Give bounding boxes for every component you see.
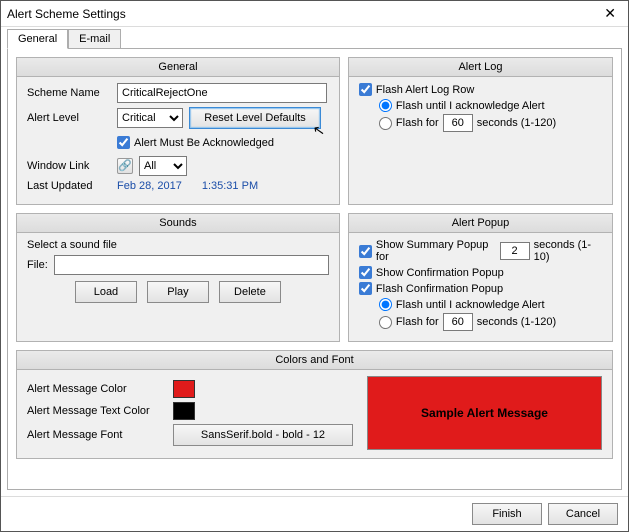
msg-color-swatch[interactable]: [173, 380, 195, 398]
flash-for-seconds-radio[interactable]: Flash for seconds (1-120): [379, 114, 602, 132]
group-sounds: Sounds Select a sound file File: Load Pl…: [16, 213, 340, 342]
file-label: File:: [27, 259, 48, 271]
title-bar: Alert Scheme Settings ✕: [1, 1, 628, 27]
play-button[interactable]: Play: [147, 281, 209, 303]
last-updated-label: Last Updated: [27, 180, 111, 192]
must-ack-checkbox[interactable]: Alert Must Be Acknowledged: [117, 136, 274, 149]
alert-level-select[interactable]: Critical: [117, 108, 183, 128]
tab-email[interactable]: E-mail: [68, 29, 121, 49]
msg-font-label: Alert Message Font: [27, 429, 167, 441]
group-alert-log: Alert Log Flash Alert Log Row Flash unti…: [348, 57, 613, 205]
group-alert-popup: Alert Popup Show Summary Popup for secon…: [348, 213, 613, 342]
msg-text-color-label: Alert Message Text Color: [27, 405, 167, 417]
font-picker-button[interactable]: SansSerif.bold - bold - 12: [173, 424, 353, 446]
msg-color-label: Alert Message Color: [27, 383, 167, 395]
load-button[interactable]: Load: [75, 281, 137, 303]
sound-instruction: Select a sound file: [27, 239, 329, 251]
last-updated-time: 1:35:31 PM: [202, 180, 258, 192]
window-link-label: Window Link: [27, 160, 111, 172]
flash-log-row-checkbox[interactable]: Flash Alert Log Row: [359, 83, 602, 96]
show-summary-popup-checkbox[interactable]: Show Summary Popup for seconds (1-10): [359, 239, 602, 263]
group-colors-title: Colors and Font: [17, 351, 612, 370]
sound-file-input[interactable]: [54, 255, 329, 275]
dialog-window: Alert Scheme Settings ✕ General E-mail G…: [0, 0, 629, 532]
last-updated-date: Feb 28, 2017: [117, 180, 182, 192]
dialog-footer: Finish Cancel: [1, 496, 628, 531]
popup-flash-seconds-input[interactable]: [443, 313, 473, 331]
group-colors-font: Colors and Font Alert Message Color Aler…: [16, 350, 613, 459]
flash-confirmation-popup-checkbox[interactable]: Flash Confirmation Popup: [359, 282, 602, 295]
tab-strip: General E-mail: [1, 29, 628, 49]
show-confirmation-popup-checkbox[interactable]: Show Confirmation Popup: [359, 266, 602, 279]
group-sounds-title: Sounds: [17, 214, 339, 233]
alert-level-label: Alert Level: [27, 112, 111, 124]
scheme-name-label: Scheme Name: [27, 87, 111, 99]
cancel-button[interactable]: Cancel: [548, 503, 618, 525]
popup-flash-until-ack-radio[interactable]: Flash until I acknowledge Alert: [379, 298, 602, 311]
group-alert-popup-title: Alert Popup: [349, 214, 612, 233]
group-alert-log-title: Alert Log: [349, 58, 612, 77]
scheme-name-input[interactable]: [117, 83, 327, 103]
flash-until-ack-radio[interactable]: Flash until I acknowledge Alert: [379, 99, 602, 112]
popup-flash-for-seconds-radio[interactable]: Flash for seconds (1-120): [379, 313, 602, 331]
reset-level-defaults-button[interactable]: Reset Level Defaults: [189, 107, 321, 129]
finish-button[interactable]: Finish: [472, 503, 542, 525]
close-icon[interactable]: ✕: [598, 5, 622, 22]
link-icon: 🔗: [117, 158, 133, 174]
tab-panel-general: General Scheme Name Alert Level Critical…: [7, 48, 622, 490]
group-general: General Scheme Name Alert Level Critical…: [16, 57, 340, 205]
sample-alert-preview: Sample Alert Message: [367, 376, 602, 450]
window-link-select[interactable]: All: [139, 156, 187, 176]
delete-button[interactable]: Delete: [219, 281, 281, 303]
flash-for-seconds-input[interactable]: [443, 114, 473, 132]
tab-general[interactable]: General: [7, 29, 68, 49]
msg-text-color-swatch[interactable]: [173, 402, 195, 420]
summary-seconds-input[interactable]: [500, 242, 530, 260]
window-title: Alert Scheme Settings: [7, 7, 126, 21]
group-general-title: General: [17, 58, 339, 77]
